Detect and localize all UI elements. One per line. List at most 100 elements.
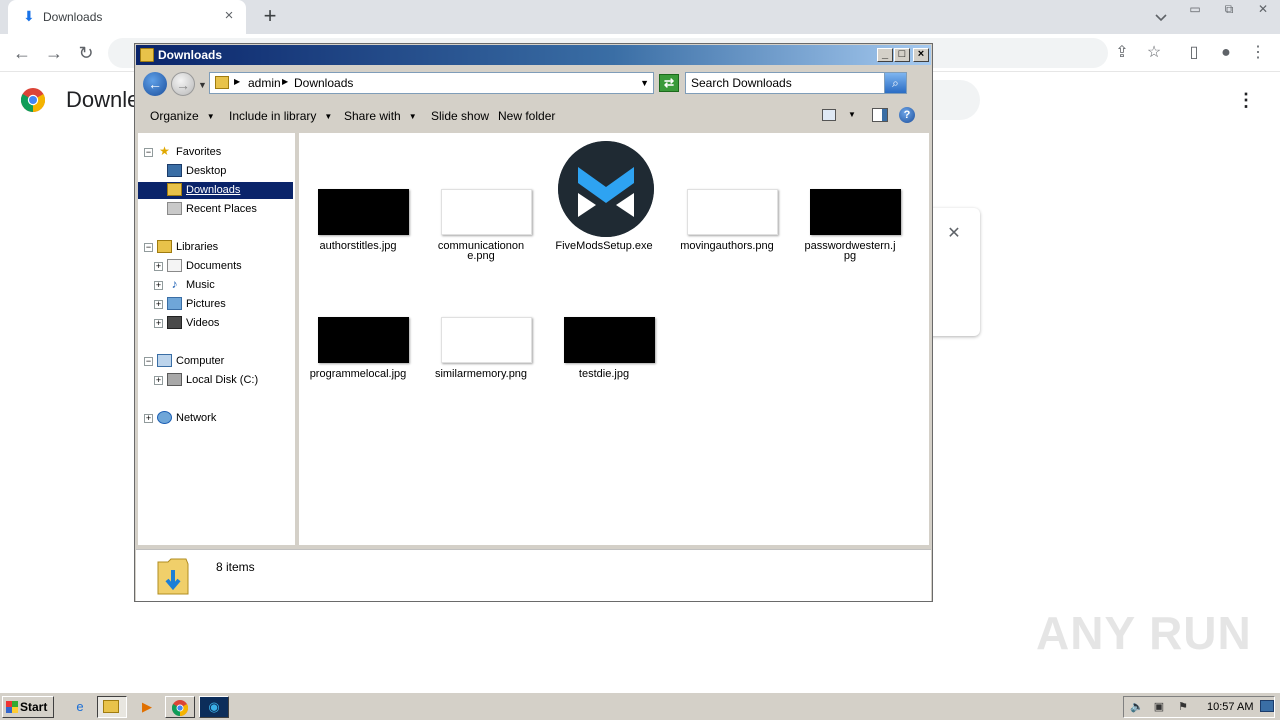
media-player-icon[interactable]: ▶ [137, 698, 157, 716]
tab-downloads[interactable]: ⬇ Downloads × [8, 0, 246, 34]
tab-close-button[interactable]: × [220, 7, 238, 25]
breadcrumb-admin[interactable]: admin [248, 76, 281, 90]
share-with-menu[interactable]: Share with ▼ [344, 109, 417, 123]
explorer-window: Downloads _ □ × ← → ▼ ▶ admin ▶ Download… [134, 43, 933, 602]
preview-pane-icon[interactable] [872, 108, 888, 122]
recent-places-icon [167, 202, 182, 215]
expand-icon[interactable]: + [154, 376, 163, 385]
close-icon[interactable]: ✕ [1250, 0, 1276, 18]
view-options-chevron-icon[interactable]: ▼ [848, 110, 856, 119]
music-icon: ♪ [171, 277, 178, 291]
chrome-menu-icon[interactable]: ⋮ [1247, 42, 1269, 64]
close-button[interactable]: × [913, 48, 929, 62]
expand-icon[interactable]: + [154, 319, 163, 328]
forward-arrow-icon[interactable]: → [42, 41, 66, 65]
collapse-icon[interactable]: − [144, 243, 153, 252]
file-name: passwordwestern.jpg [804, 240, 896, 262]
tree-videos[interactable]: + Videos [138, 315, 293, 332]
tree-downloads[interactable]: Downloads [138, 182, 293, 199]
file-item[interactable]: testdie.jpg [548, 271, 660, 380]
organize-label: Organize [150, 109, 199, 123]
tree-pictures[interactable]: + Pictures [138, 296, 293, 313]
organize-menu[interactable]: Organize ▼ [150, 109, 215, 123]
chevron-down-icon: ▼ [408, 112, 417, 121]
internet-explorer-icon[interactable]: e [70, 698, 90, 716]
tree-libraries[interactable]: − Libraries [138, 239, 293, 256]
bookmark-star-icon[interactable]: ☆ [1143, 42, 1165, 64]
action-center-flag-icon[interactable]: ⚑ [1176, 700, 1190, 714]
folder-icon [215, 76, 229, 89]
refresh-button[interactable]: ⇄ [659, 74, 679, 92]
profile-avatar-icon[interactable]: ● [1215, 42, 1237, 64]
change-view-icon[interactable] [822, 109, 836, 121]
file-name: authorstitles.jpg [319, 240, 397, 252]
collapse-icon[interactable]: − [144, 148, 153, 157]
back-arrow-icon[interactable]: ← [10, 41, 34, 65]
clock[interactable]: 10:57 AM [1207, 701, 1253, 713]
share-icon[interactable]: ⇪ [1111, 42, 1133, 64]
volume-icon[interactable]: 🔈 [1130, 700, 1144, 714]
chevron-down-icon[interactable]: ▼ [640, 78, 649, 88]
include-in-library-menu[interactable]: Include in library ▼ [229, 109, 332, 123]
file-name: communicationone.png [437, 240, 525, 262]
new-tab-button[interactable]: + [258, 5, 282, 29]
tree-computer[interactable]: − Computer [138, 353, 293, 370]
tab-search-icon[interactable] [1152, 8, 1170, 26]
chrome-logo-icon [21, 88, 45, 112]
minimize-icon[interactable]: ▭ [1182, 0, 1208, 18]
tree-music[interactable]: + ♪ Music [138, 277, 293, 294]
desktop-icon [167, 164, 182, 177]
file-name: similarmemory.png [434, 368, 528, 380]
start-label: Start [20, 700, 48, 714]
expand-icon[interactable]: + [154, 300, 163, 309]
search-icon[interactable]: ⌕ [884, 73, 906, 93]
show-desktop-icon[interactable] [1260, 700, 1274, 712]
page-menu-icon[interactable]: ⋮ [1236, 90, 1256, 110]
tab-title: Downloads [43, 10, 103, 24]
collapse-icon[interactable]: − [144, 357, 153, 366]
expand-icon[interactable]: + [154, 281, 163, 290]
explorer-body: − ★ Favorites Desktop Downloads Recent P… [136, 131, 931, 547]
chevron-right-icon[interactable]: ▶ [234, 77, 240, 86]
help-icon[interactable]: ? [899, 107, 915, 123]
fivem-icon [558, 141, 654, 237]
file-item[interactable]: authorstitles.jpg [302, 143, 414, 252]
breadcrumb-downloads[interactable]: Downloads [294, 76, 353, 90]
network-tray-icon[interactable]: ▣ [1152, 700, 1166, 714]
tree-favorites[interactable]: − ★ Favorites [138, 144, 293, 161]
new-folder-button[interactable]: New folder [498, 109, 555, 123]
expand-icon[interactable]: + [154, 262, 163, 271]
tree-network[interactable]: + Network [138, 410, 293, 427]
tree-documents[interactable]: + Documents [138, 258, 293, 275]
file-item[interactable]: similarmemory.png [425, 271, 537, 380]
tree-recent-places[interactable]: Recent Places [138, 201, 293, 218]
breadcrumb[interactable]: ▶ admin ▶ Downloads ▼ [209, 72, 654, 94]
chevron-right-icon[interactable]: ▶ [282, 77, 288, 86]
file-item[interactable]: passwordwestern.jpg [794, 143, 906, 262]
tree-desktop[interactable]: Desktop [138, 163, 293, 180]
file-item[interactable]: communicationone.png [425, 143, 537, 262]
start-button[interactable]: Start [2, 696, 54, 718]
image-thumbnail [687, 189, 778, 235]
maximize-button[interactable]: □ [894, 48, 910, 62]
history-dropdown-icon[interactable]: ▼ [198, 80, 207, 90]
download-icon: ⬇ [23, 8, 35, 24]
minimize-button[interactable]: _ [877, 48, 893, 62]
file-name: testdie.jpg [578, 368, 630, 380]
reload-icon[interactable]: ↻ [74, 41, 98, 65]
slide-show-button[interactable]: Slide show [431, 109, 489, 123]
side-panel-icon[interactable]: ▯ [1183, 42, 1205, 64]
download-remove-button[interactable]: ✕ [944, 224, 964, 244]
tree-label: Desktop [186, 165, 227, 177]
restore-icon[interactable]: ⧉ [1216, 0, 1242, 18]
file-item[interactable]: programmelocal.jpg [302, 271, 414, 380]
search-input[interactable] [687, 74, 883, 92]
back-button[interactable]: ← [143, 72, 167, 96]
forward-button[interactable]: → [171, 72, 195, 96]
navigation-pane: − ★ Favorites Desktop Downloads Recent P… [138, 133, 295, 545]
file-item[interactable]: movingauthors.png [671, 143, 783, 252]
tree-local-disk[interactable]: + Local Disk (C:) [138, 372, 293, 389]
file-item[interactable]: FiveModsSetup.exe [548, 141, 660, 252]
expand-icon[interactable]: + [144, 414, 153, 423]
explorer-titlebar[interactable]: Downloads _ □ × [136, 45, 931, 65]
